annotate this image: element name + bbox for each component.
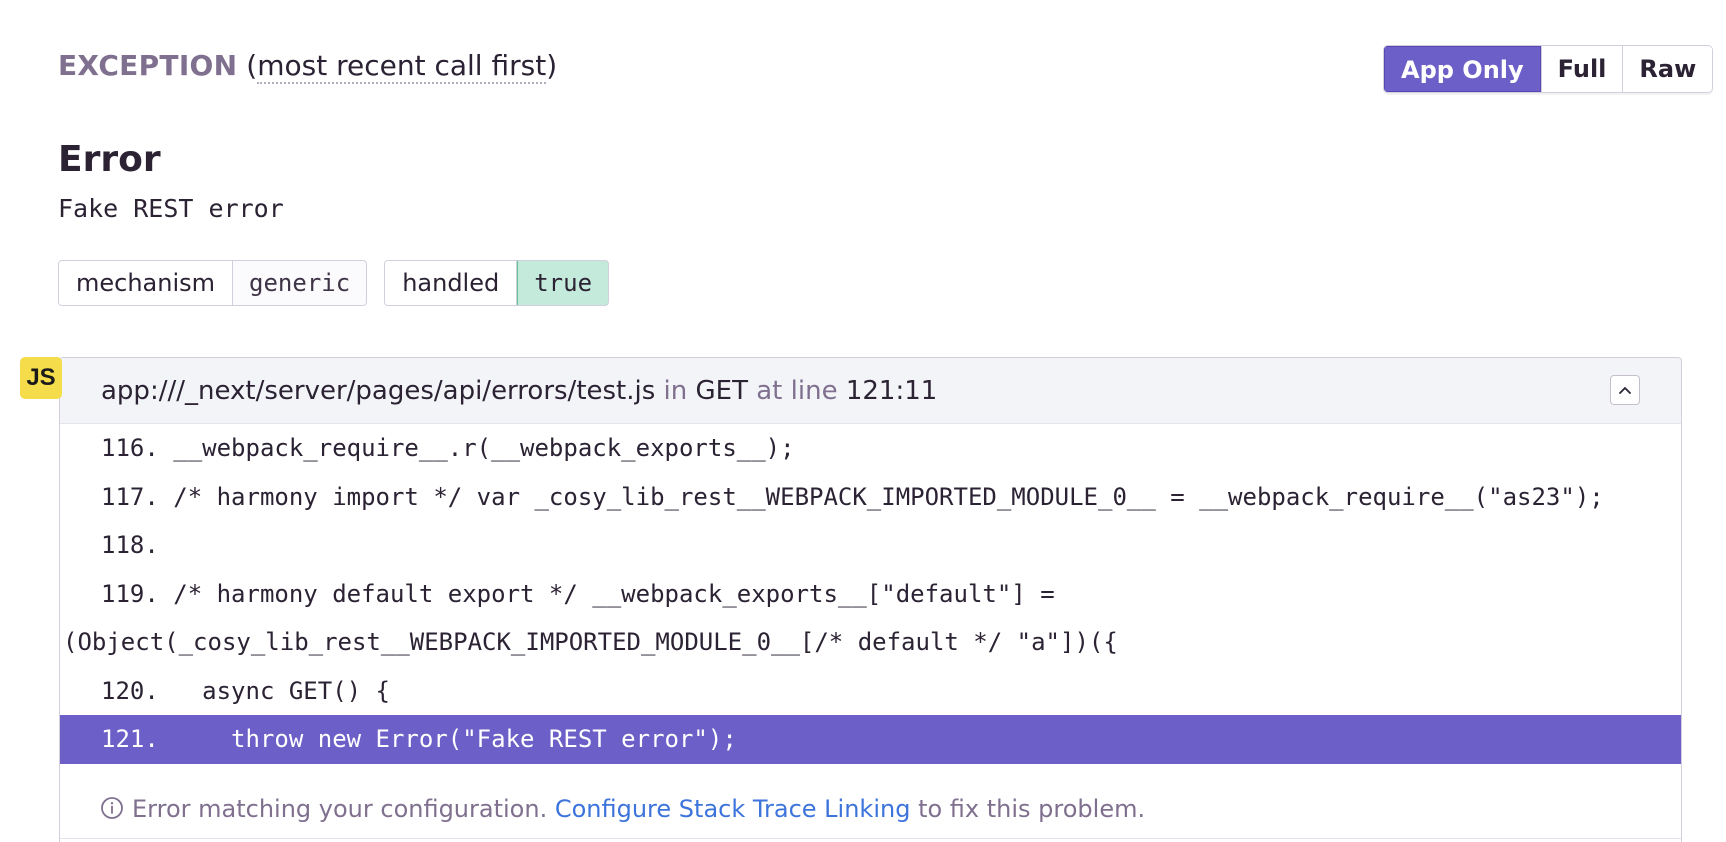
pill-key: mechanism — [59, 261, 234, 305]
stack-order-toggle[interactable]: most recent call first — [257, 49, 547, 84]
frame-line-number: 121:11 — [845, 376, 938, 406]
configure-stack-trace-linking-link[interactable]: Configure Stack Trace Linking — [555, 795, 911, 823]
frame-at-line-label: at line — [756, 376, 838, 406]
code-line: 119. /* harmony default export */ __webp… — [101, 579, 1055, 608]
exception-label: EXCEPTION — [58, 49, 238, 82]
exception-panel: EXCEPTION (most recent call first) App O… — [0, 0, 1726, 842]
code-line: 120. async GET() { — [101, 676, 390, 705]
pill-key: handled — [385, 261, 518, 305]
code-line: 116. __webpack_require__.r(__webpack_exp… — [101, 434, 795, 462]
notice-text: Error matching your configuration. — [132, 795, 548, 823]
code-line: 118. — [101, 531, 159, 559]
context-lines: 116. __webpack_require__.r(__webpack_exp… — [60, 424, 1681, 764]
raw-button[interactable]: Raw — [1622, 46, 1713, 92]
paren-close: ) — [546, 49, 558, 82]
exception-value: Fake REST error — [58, 194, 284, 223]
info-icon — [101, 797, 123, 819]
handled-pill[interactable]: handled true — [384, 260, 610, 306]
pill-value: true — [517, 261, 609, 305]
code-line-active: 121. throw new Error("Fake REST error"); — [60, 715, 1681, 764]
code-line-wrapped: (Object(_cosy_lib_rest__WEBPACK_IMPORTED… — [63, 628, 1118, 656]
stack-frame: app:///_next/server/pages/api/errors/tes… — [59, 357, 1682, 842]
mechanism-pill[interactable]: mechanism generic — [58, 260, 368, 306]
exception-type: Error — [58, 139, 161, 180]
frame-function: GET — [695, 376, 748, 406]
mechanism-pills: mechanism generic handled true — [58, 260, 610, 306]
view-toggle: App Only Full Raw — [1383, 45, 1714, 93]
frame-in-label: in — [663, 376, 688, 406]
frame-header[interactable]: app:///_next/server/pages/api/errors/tes… — [60, 358, 1681, 424]
collapse-button[interactable] — [1610, 375, 1640, 405]
full-button[interactable]: Full — [1540, 46, 1623, 92]
chevron-up-icon — [1619, 387, 1631, 394]
exception-header: EXCEPTION (most recent call first) — [58, 48, 557, 84]
stack-trace-linking-notice: Error matching your configuration. Confi… — [60, 781, 1681, 839]
pill-value: generic — [233, 261, 367, 305]
paren-open: ( — [246, 49, 258, 82]
frame-filename: app:///_next/server/pages/api/errors/tes… — [101, 376, 656, 406]
app-only-button[interactable]: App Only — [1384, 46, 1541, 92]
javascript-platform-icon: JS — [20, 357, 62, 399]
notice-suffix: to fix this problem. — [918, 795, 1146, 823]
frame-title: app:///_next/server/pages/api/errors/tes… — [101, 358, 937, 424]
code-line: 117. /* harmony import */ var _cosy_lib_… — [101, 482, 1604, 511]
